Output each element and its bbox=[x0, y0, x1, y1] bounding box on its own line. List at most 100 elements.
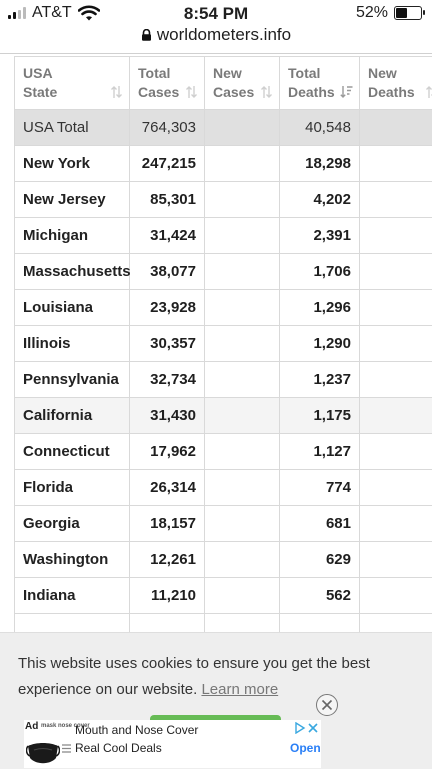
status-right: 52% bbox=[356, 4, 422, 22]
learn-more-link[interactable]: Learn more bbox=[201, 681, 278, 698]
cell-new-deaths bbox=[360, 362, 432, 398]
cell-total-deaths: 2,391 bbox=[280, 218, 360, 254]
cell-new-deaths bbox=[360, 326, 432, 362]
cell-total-deaths: 774 bbox=[280, 470, 360, 506]
cell-total-deaths: 4,202 bbox=[280, 182, 360, 218]
cell-total-cases: 30,357 bbox=[130, 326, 205, 362]
state-link[interactable]: New York bbox=[15, 146, 130, 182]
cell-new-cases bbox=[205, 218, 280, 254]
header-total-deaths[interactable]: Total Deaths bbox=[280, 57, 360, 110]
cell-total-deaths: 1,175 bbox=[280, 398, 360, 434]
states-table: USA State Total Cases New bbox=[14, 56, 432, 650]
state-link[interactable]: Washington bbox=[15, 542, 130, 578]
state-link[interactable]: Georgia bbox=[15, 506, 130, 542]
ad-open-button[interactable]: Open bbox=[290, 741, 321, 755]
table-row: Connecticut 17,962 1,127 bbox=[15, 434, 432, 470]
adchoices-icon[interactable] bbox=[294, 722, 320, 734]
cell-total-deaths: 629 bbox=[280, 542, 360, 578]
state-link[interactable]: Indiana bbox=[15, 578, 130, 614]
cell-new-deaths bbox=[360, 542, 432, 578]
state-link[interactable]: Florida bbox=[15, 470, 130, 506]
cell-new-deaths bbox=[360, 218, 432, 254]
battery-level bbox=[396, 8, 407, 18]
cell-total-cases: 32,734 bbox=[130, 362, 205, 398]
cell-total-deaths: 18,298 bbox=[280, 146, 360, 182]
lock-icon bbox=[141, 29, 152, 41]
table-row: Massachusetts 38,077 1,706 bbox=[15, 254, 432, 290]
header-usa-state[interactable]: USA State bbox=[15, 57, 130, 110]
url-text: worldometers.info bbox=[157, 25, 291, 44]
battery-percent: 52% bbox=[356, 4, 388, 22]
cookie-message: This website uses cookies to ensure you … bbox=[18, 651, 418, 703]
state-link[interactable]: Michigan bbox=[15, 218, 130, 254]
sort-arrows-icon bbox=[425, 85, 432, 99]
cell-total-deaths: 1,296 bbox=[280, 290, 360, 326]
table-row: Georgia 18,157 681 bbox=[15, 506, 432, 542]
cell-new-cases bbox=[205, 182, 280, 218]
sort-arrows-icon bbox=[110, 85, 123, 99]
cell-new-deaths bbox=[360, 434, 432, 470]
cell-new-deaths bbox=[360, 506, 432, 542]
table-row: Illinois 30,357 1,290 bbox=[15, 326, 432, 362]
ad-banner[interactable]: Ad mask nose cover Mouth and Nose Cover … bbox=[24, 720, 321, 768]
state-link[interactable]: Connecticut bbox=[15, 434, 130, 470]
cell-total-deaths: 681 bbox=[280, 506, 360, 542]
cell-new-deaths bbox=[360, 254, 432, 290]
table-row: Michigan 31,424 2,391 bbox=[15, 218, 432, 254]
status-bar: AT&T 8:54 PM 52% bbox=[0, 0, 432, 26]
cell-new-cases bbox=[205, 398, 280, 434]
cell-new-deaths bbox=[360, 578, 432, 614]
header-new-deaths[interactable]: New Deaths bbox=[360, 57, 432, 110]
state-link[interactable]: Louisiana bbox=[15, 290, 130, 326]
cell-total-deaths: 1,127 bbox=[280, 434, 360, 470]
cell-total-cases: 31,430 bbox=[130, 398, 205, 434]
cell-total-deaths: 1,290 bbox=[280, 326, 360, 362]
battery-icon bbox=[394, 6, 422, 20]
cell-new-cases bbox=[205, 434, 280, 470]
table-row: New York 247,215 18,298 bbox=[15, 146, 432, 182]
state-link[interactable]: Illinois bbox=[15, 326, 130, 362]
cell-new-cases bbox=[205, 254, 280, 290]
cell-total-cases: 11,210 bbox=[130, 578, 205, 614]
cell-new-cases bbox=[205, 362, 280, 398]
table-row: Florida 26,314 774 bbox=[15, 470, 432, 506]
cell-new-cases bbox=[205, 470, 280, 506]
ad-badge: Ad bbox=[25, 721, 38, 732]
sort-descending-icon bbox=[340, 85, 353, 99]
url-bar[interactable]: worldometers.info bbox=[0, 25, 432, 51]
cell-new-cases bbox=[205, 542, 280, 578]
states-table-container[interactable]: USA State Total Cases New bbox=[14, 56, 432, 650]
cell-new-cases bbox=[205, 506, 280, 542]
ad-subtitle: Real Cool Deals bbox=[75, 741, 162, 755]
cell-total-deaths: 1,237 bbox=[280, 362, 360, 398]
cell-new-cases bbox=[205, 110, 280, 146]
cell-new-cases bbox=[205, 578, 280, 614]
cell-total-cases: 17,962 bbox=[130, 434, 205, 470]
header-new-cases[interactable]: New Cases bbox=[205, 57, 280, 110]
cell-new-cases bbox=[205, 326, 280, 362]
table-row: Indiana 11,210 562 bbox=[15, 578, 432, 614]
state-link[interactable]: Pennsylvania bbox=[15, 362, 130, 398]
table-row: Pennsylvania 32,734 1,237 bbox=[15, 362, 432, 398]
sort-arrows-icon bbox=[260, 85, 273, 99]
table-row: New Jersey 85,301 4,202 bbox=[15, 182, 432, 218]
state-link[interactable]: Massachusetts bbox=[15, 254, 130, 290]
header-total-cases[interactable]: Total Cases bbox=[130, 57, 205, 110]
table-row: California 31,430 1,175 bbox=[15, 398, 432, 434]
cell-total-deaths: 40,548 bbox=[280, 110, 360, 146]
cell-total-cases: 26,314 bbox=[130, 470, 205, 506]
table-header-row: USA State Total Cases New bbox=[15, 57, 432, 110]
cell-total-cases: 247,215 bbox=[130, 146, 205, 182]
ad-title: Mouth and Nose Cover bbox=[75, 723, 198, 737]
cell-new-deaths bbox=[360, 146, 432, 182]
state-link[interactable]: California bbox=[15, 398, 130, 434]
cell-new-deaths bbox=[360, 110, 432, 146]
cell-total-cases: 31,424 bbox=[130, 218, 205, 254]
cell-new-deaths bbox=[360, 470, 432, 506]
state-link[interactable]: New Jersey bbox=[15, 182, 130, 218]
cell-new-deaths bbox=[360, 290, 432, 326]
cell-new-cases bbox=[205, 146, 280, 182]
cell-total-cases: 38,077 bbox=[130, 254, 205, 290]
table-row: Washington 12,261 629 bbox=[15, 542, 432, 578]
close-circle-icon[interactable] bbox=[316, 694, 338, 716]
